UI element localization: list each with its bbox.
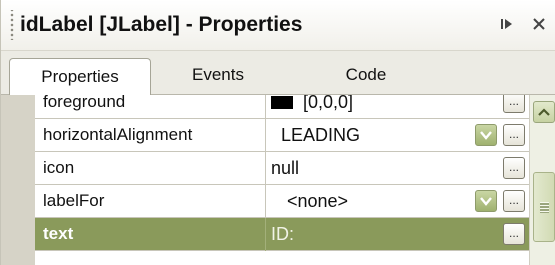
tab-label: Events [192,64,244,84]
title-bar[interactable]: idLabel [JLabel] - Properties [1,0,555,51]
property-sheet: foreground [0,0,0] ... horizontalAlignme… [1,95,529,265]
property-value[interactable]: [0,0,0] [271,95,353,118]
tab-events[interactable]: Events [173,59,263,90]
tab-bar: Properties Events Code [1,51,555,95]
window-title: idLabel [JLabel] - Properties [20,13,303,36]
property-row-label-for[interactable]: labelFor <none> ... [35,185,529,218]
ellipsis-button[interactable]: ... [503,95,525,113]
property-value[interactable]: null [271,152,299,184]
property-name: foreground [43,95,126,111]
column-divider [265,95,266,119]
property-value-text: [0,0,0] [303,95,354,112]
chevron-down-icon [480,131,492,140]
color-swatch [271,95,293,109]
tab-label: Code [345,64,387,84]
property-row-text[interactable]: text ID: ... [35,218,529,251]
ellipsis-button[interactable]: ... [503,157,525,179]
column-divider [265,218,266,251]
pin-icon[interactable] [496,13,518,35]
chevron-down-icon [480,197,492,206]
property-value[interactable]: <none> [287,185,348,217]
property-name: icon [43,158,75,177]
properties-window: idLabel [JLabel] - Properties Properties… [0,0,555,265]
title-buttons [496,13,550,35]
tab-code[interactable]: Code [326,59,406,90]
property-gutter [1,95,35,265]
property-row-icon[interactable]: icon null ... [35,152,529,185]
property-name: horizontalAlignment [43,125,193,144]
property-value[interactable]: LEADING [281,119,360,151]
close-icon[interactable] [528,13,550,35]
property-value[interactable]: ID: [271,218,294,250]
vertical-scrollbar[interactable] [529,95,555,265]
thumb-grip-icon [540,202,549,213]
ellipsis-button[interactable]: ... [503,190,525,212]
scroll-thumb[interactable] [533,172,555,242]
scroll-up-button[interactable] [533,101,555,123]
tab-properties[interactable]: Properties [9,58,151,95]
property-row-horizontal-alignment[interactable]: horizontalAlignment LEADING ... [35,119,529,152]
ellipsis-button[interactable]: ... [503,124,525,146]
tab-label: Properties [41,67,119,86]
property-name: labelFor [43,191,105,210]
property-row-foreground[interactable]: foreground [0,0,0] ... [35,95,529,119]
column-divider [265,152,266,185]
column-divider [265,119,266,152]
column-divider [265,185,266,218]
ellipsis-button[interactable]: ... [503,223,525,245]
dropdown-button[interactable] [475,124,497,146]
chevron-up-icon [538,107,550,116]
drag-grip-icon[interactable] [8,10,16,40]
dropdown-button[interactable] [475,190,497,212]
property-name: text [43,224,74,243]
